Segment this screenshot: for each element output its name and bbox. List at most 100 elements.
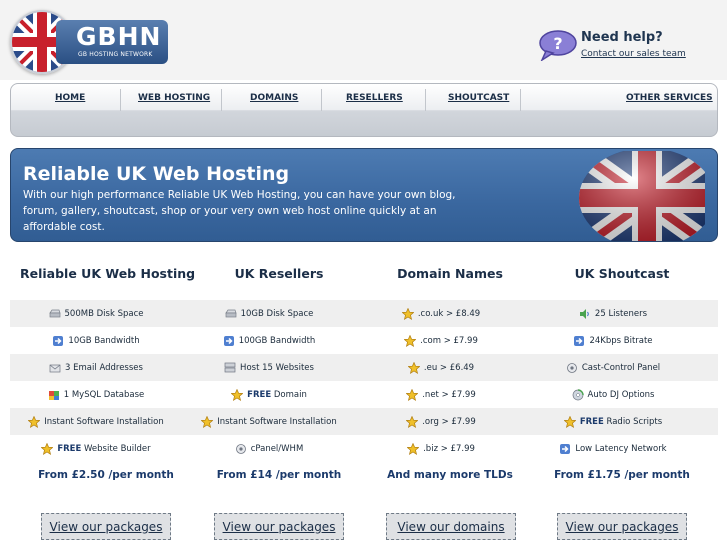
feature-cell: FREE Radio Scripts (527, 408, 699, 435)
feature-text: Instant Software Installation (44, 416, 164, 427)
feature-cell: 3 Email Addresses (10, 354, 182, 381)
hero-banner: Reliable UK Web Hosting With our high pe… (10, 148, 718, 242)
star-icon (27, 415, 41, 428)
table-row: 3 Email Addresses Host 15 Websites .eu > £… (10, 354, 718, 381)
logo-name: GBHN (76, 22, 162, 51)
price-web-hosting: From £2.50 /per month (38, 469, 174, 481)
star-icon (407, 361, 421, 374)
nav-separator (425, 89, 426, 111)
feature-text: .net > £7.99 (422, 389, 476, 400)
feature-text: .biz > £7.99 (423, 443, 475, 454)
nav-item-shoutcast[interactable]: SHOUTCAST (448, 93, 509, 111)
star-icon (405, 415, 419, 428)
feature-text: 1 MySQL Database (63, 389, 145, 400)
feature-text: .eu > £6.49 (423, 362, 475, 373)
feature-cell: .com > £7.99 (355, 327, 527, 354)
feature-text: cPanel/WHM (250, 443, 304, 454)
feature-cell: Instant Software Installation (10, 408, 182, 435)
feature-text: Website Builder (81, 443, 151, 454)
feature-text: 24Kbps Bitrate (589, 335, 653, 346)
feature-cell: Instant Software Installation (183, 408, 355, 435)
feature-cell: Host 15 Websites (183, 354, 355, 381)
feature-highlight: FREE (247, 389, 272, 400)
feature-text: Instant Software Installation (217, 416, 337, 427)
nav-item-web-hosting[interactable]: WEB HOSTING (138, 93, 210, 111)
feature-cell: 24Kbps Bitrate (527, 327, 699, 354)
feature-cell: 10GB Bandwidth (10, 327, 182, 354)
feature-text: Auto DJ Options (587, 389, 655, 400)
nav-item-domains[interactable]: DOMAINS (250, 93, 298, 111)
feature-highlight: FREE (57, 443, 82, 454)
contact-sales-link[interactable]: Contact our sales team (581, 49, 686, 59)
star-icon (563, 415, 577, 428)
site-header: GBHN GB HOSTING NETWORK ? Need help? Con… (0, 0, 727, 80)
nav-separator (520, 89, 521, 111)
feature-cell: .eu > £6.49 (355, 354, 527, 381)
feature-text: .org > £7.99 (422, 416, 476, 427)
feature-text: 10GB Bandwidth (68, 335, 140, 346)
nav-item-home[interactable]: HOME (55, 93, 85, 111)
speaker-icon (579, 308, 591, 320)
arrow-icon (52, 335, 64, 347)
column-title-web-hosting: Reliable UK Web Hosting (20, 266, 196, 281)
star-icon (405, 388, 419, 401)
column-title-shoutcast: UK Shoutcast (574, 266, 670, 281)
price-resellers: From £14 /per month (216, 469, 342, 481)
star-icon (200, 415, 214, 428)
table-row: Instant Software Installation Instant Sof… (10, 408, 718, 435)
logo-badge: GBHN GB HOSTING NETWORK (56, 20, 168, 64)
table-row: 1 MySQL Database FREE Domain .net > £7.99 A… (10, 381, 718, 408)
feature-text: 500MB Disk Space (64, 308, 144, 319)
column-title-domain-names: Domain Names (397, 266, 503, 281)
main-nav: HOME WEB HOSTING DOMAINS RESELLERS SHOUT… (10, 83, 718, 137)
view-domains-button[interactable]: View our domains (386, 513, 516, 540)
feature-text: 100GB Bandwidth (238, 335, 316, 346)
feature-text: .com > £7.99 (420, 335, 478, 346)
nav-separator (221, 89, 222, 111)
svg-text:?: ? (553, 34, 562, 53)
view-packages-resellers-button[interactable]: View our packages (214, 513, 344, 540)
nav-item-other-services[interactable]: OTHER SERVICES (626, 93, 713, 111)
feature-cell: .co.uk > £8.49 (355, 300, 527, 327)
help-title: Need help? (581, 30, 663, 45)
table-row: 500MB Disk Space 10GB Disk Space .co.uk > … (10, 300, 718, 327)
feature-highlight: FREE (579, 416, 604, 427)
column-title-resellers: UK Resellers (234, 266, 324, 281)
site-logo[interactable]: GBHN GB HOSTING NETWORK (10, 10, 170, 74)
email-icon (49, 362, 61, 374)
banner-title: Reliable UK Web Hosting (23, 163, 290, 185)
star-icon (230, 388, 244, 401)
arrow-icon (573, 335, 585, 347)
view-packages-hosting-button[interactable]: View our packages (41, 513, 171, 540)
feature-cell: cPanel/WHM (183, 435, 355, 462)
disc-icon (572, 388, 584, 401)
server-icon (224, 362, 236, 374)
arrow-icon (223, 335, 235, 347)
star-icon (406, 442, 420, 455)
feature-cell: Low Latency Network (527, 435, 699, 462)
price-domain-names: And many more TLDs (387, 469, 513, 481)
cpanel-icon (235, 443, 247, 455)
feature-text: 3 Email Addresses (65, 362, 143, 373)
feature-cell: 1 MySQL Database (10, 381, 182, 408)
feature-text: 25 Listeners (594, 308, 648, 319)
disk-icon (48, 308, 61, 320)
feature-cell: .net > £7.99 (355, 381, 527, 408)
help-bubble-icon: ? (538, 29, 578, 62)
view-packages-shoutcast-button[interactable]: View our packages (557, 513, 687, 540)
feature-cell: FREE Website Builder (10, 435, 182, 462)
feature-cell: Cast-Control Panel (527, 354, 699, 381)
feature-cell: FREE Domain (183, 381, 355, 408)
feature-text: Radio Scripts (603, 416, 663, 427)
star-icon (40, 442, 54, 455)
feature-text: Domain (271, 389, 307, 400)
uk-flag-sphere-icon (577, 149, 715, 241)
feature-cell: 500MB Disk Space (10, 300, 182, 327)
arrow-icon (559, 443, 571, 455)
nav-item-resellers[interactable]: RESELLERS (346, 93, 403, 111)
help-box: ? Need help? Contact our sales team (538, 28, 723, 64)
feature-cell: 10GB Disk Space (183, 300, 355, 327)
feature-text: .co.uk > £8.49 (417, 308, 481, 319)
star-icon (401, 307, 415, 320)
feature-cell: 100GB Bandwidth (183, 327, 355, 354)
